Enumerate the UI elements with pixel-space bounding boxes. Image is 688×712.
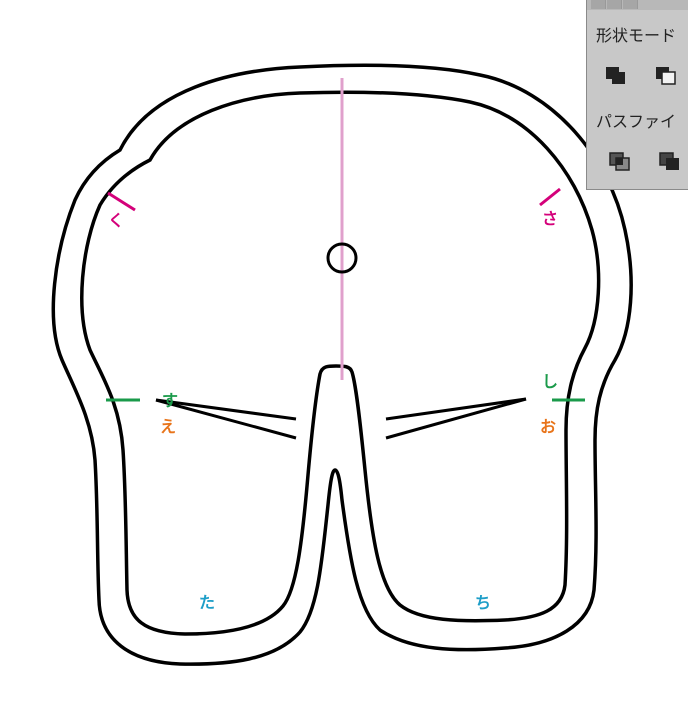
pathfinder-panel: 形状モード パスファイ <box>586 0 688 190</box>
tick-ku[interactable] <box>107 191 136 212</box>
right-wedge-line-upper[interactable] <box>385 397 527 421</box>
label-sa: さ <box>542 209 558 228</box>
minus-front-icon[interactable] <box>653 64 679 88</box>
pathfinders-title: パスファイ <box>596 112 677 131</box>
label-ku: く <box>108 211 124 230</box>
inner-outline[interactable] <box>80 90 601 636</box>
label-e: え <box>160 417 176 436</box>
label-o: お <box>540 417 556 436</box>
label-shi: し <box>542 372 558 391</box>
shape-modes-title: 形状モード <box>596 26 677 45</box>
unite-icon[interactable] <box>603 64 629 88</box>
right-wedge-line-lower[interactable] <box>385 397 527 440</box>
divide-icon[interactable] <box>607 150 633 174</box>
label-chi: ち <box>475 593 491 612</box>
label-su: す <box>162 391 178 410</box>
panel-tab-strip[interactable] <box>587 0 688 10</box>
label-ta: た <box>199 593 215 612</box>
trim-icon[interactable] <box>657 150 683 174</box>
artboard: く さ す え し お た ち <box>51 63 633 666</box>
tick-sa[interactable] <box>539 187 561 207</box>
